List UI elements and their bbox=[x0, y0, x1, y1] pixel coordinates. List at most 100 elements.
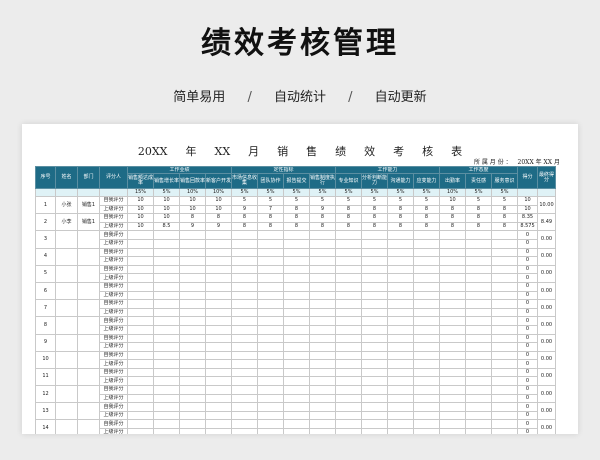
sheet-title-part: 绩 bbox=[335, 145, 347, 158]
table-row: 4 自我评分 0 0.00 bbox=[35, 247, 556, 266]
score-cell bbox=[387, 324, 414, 335]
score-cell bbox=[283, 393, 310, 404]
score-cell bbox=[153, 428, 180, 434]
row-name: 小李 bbox=[55, 213, 78, 232]
score-cell bbox=[335, 419, 362, 430]
row-dept: 销售1 bbox=[77, 213, 100, 232]
row-rater: 自我评分 bbox=[99, 367, 128, 378]
score-cell bbox=[361, 290, 388, 301]
score-cell: 8 bbox=[387, 221, 414, 232]
score-cell bbox=[387, 333, 414, 344]
table-row: 7 自我评分 0 0.00 bbox=[35, 299, 556, 318]
score-cell bbox=[179, 333, 206, 344]
score-cell: 8 bbox=[335, 213, 362, 223]
score-cell bbox=[335, 376, 362, 387]
score-cell bbox=[283, 307, 310, 318]
score-cell bbox=[335, 290, 362, 301]
score-cell bbox=[309, 333, 336, 344]
row-rater: 上级评分 bbox=[99, 393, 128, 404]
score-cell bbox=[127, 256, 154, 266]
score-cell bbox=[491, 307, 518, 318]
score-cell bbox=[387, 316, 414, 326]
score-cell bbox=[361, 333, 388, 344]
score-cell bbox=[361, 367, 388, 378]
score-cell bbox=[361, 247, 388, 258]
score-cell: 8 bbox=[283, 204, 310, 215]
score-cell bbox=[231, 350, 258, 361]
score-cell bbox=[387, 419, 414, 430]
score-cell bbox=[491, 410, 518, 421]
header-final: 最终得分 bbox=[537, 166, 556, 189]
score-cell bbox=[491, 393, 518, 404]
score-cell: 8 bbox=[465, 204, 492, 215]
score-cell bbox=[179, 238, 206, 249]
header-item: 专业知识 bbox=[335, 173, 362, 189]
score-cell bbox=[231, 402, 258, 412]
score-cell bbox=[127, 393, 154, 404]
header-seq: 序号 bbox=[35, 166, 56, 189]
score-cell bbox=[465, 238, 492, 249]
row-dept bbox=[77, 230, 100, 249]
row-score: 0 bbox=[517, 333, 538, 344]
score-cell bbox=[257, 359, 284, 369]
score-cell bbox=[387, 299, 414, 309]
score-cell bbox=[205, 299, 232, 309]
score-cell bbox=[179, 299, 206, 309]
score-cell bbox=[335, 256, 362, 266]
row-score: 0 bbox=[517, 410, 538, 421]
score-cell bbox=[153, 359, 180, 369]
row-final: 0.00 bbox=[537, 367, 556, 387]
row-dept: 销售1 bbox=[77, 195, 100, 215]
score-cell bbox=[153, 281, 180, 292]
score-cell: 8 bbox=[283, 213, 310, 223]
score-cell: 8 bbox=[491, 204, 518, 215]
score-cell bbox=[361, 385, 388, 395]
score-cell bbox=[231, 264, 258, 275]
row-dept bbox=[77, 333, 100, 352]
score-cell bbox=[283, 367, 310, 378]
score-cell: 5 bbox=[309, 196, 336, 206]
row-rater: 自我评分 bbox=[99, 419, 128, 430]
header-group: 定性指标 bbox=[231, 166, 336, 174]
sheet-title-part: 20XX bbox=[137, 145, 168, 158]
score-cell bbox=[205, 273, 232, 283]
score-cell bbox=[439, 316, 466, 326]
score-cell bbox=[231, 299, 258, 309]
score-cell bbox=[335, 359, 362, 369]
score-cell bbox=[309, 376, 336, 387]
row-name bbox=[55, 281, 78, 301]
score-cell bbox=[283, 316, 310, 326]
score-cell bbox=[309, 307, 336, 318]
score-cell: 9 bbox=[205, 221, 232, 232]
score-cell bbox=[439, 393, 466, 404]
score-cell bbox=[309, 281, 336, 292]
score-cell bbox=[361, 230, 388, 240]
score-cell bbox=[491, 290, 518, 301]
header-item: 新客户开发 bbox=[205, 173, 232, 189]
score-cell bbox=[361, 376, 388, 387]
score-cell bbox=[127, 367, 154, 378]
score-cell: 10 bbox=[153, 196, 180, 206]
score-cell bbox=[257, 281, 284, 292]
row-rater: 自我评分 bbox=[99, 299, 128, 309]
score-cell bbox=[439, 410, 466, 421]
row-name bbox=[55, 402, 78, 421]
score-cell bbox=[153, 230, 180, 240]
score-cell bbox=[231, 307, 258, 318]
header-group: 工作能力 bbox=[335, 166, 440, 174]
score-cell bbox=[439, 342, 466, 352]
row-rater: 自我评分 bbox=[99, 402, 128, 412]
score-cell bbox=[257, 385, 284, 395]
score-cell bbox=[309, 410, 336, 421]
score-cell bbox=[465, 307, 492, 318]
score-cell bbox=[491, 238, 518, 249]
score-cell bbox=[153, 333, 180, 344]
table-row: 3 自我评分 0 0.00 bbox=[35, 230, 556, 249]
score-cell bbox=[491, 281, 518, 292]
score-cell bbox=[335, 273, 362, 283]
score-cell bbox=[283, 385, 310, 395]
sheet-title-part: 售 bbox=[306, 145, 318, 158]
score-cell bbox=[205, 359, 232, 369]
score-cell bbox=[361, 264, 388, 275]
score-cell bbox=[283, 256, 310, 266]
